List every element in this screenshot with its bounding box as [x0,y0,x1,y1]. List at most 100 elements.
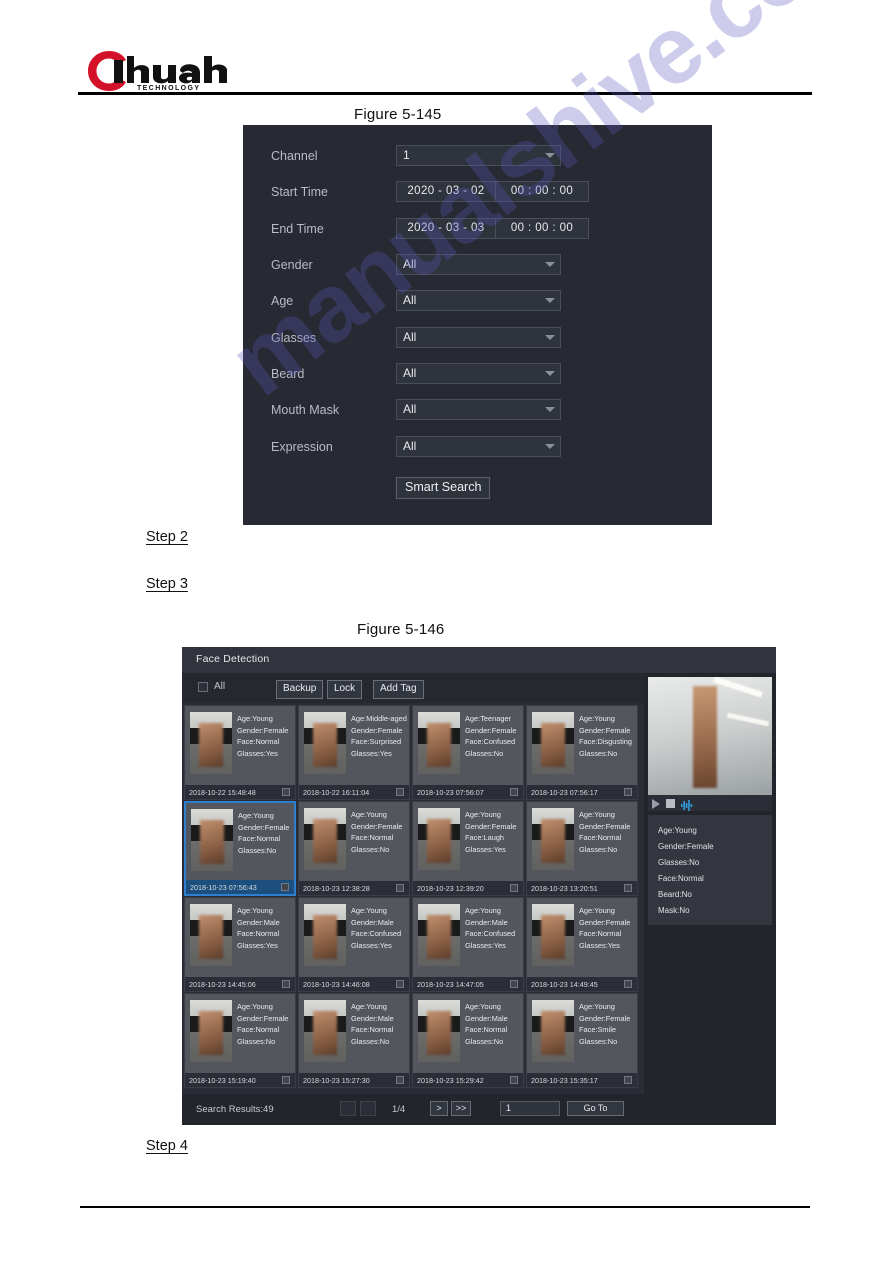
page-number-input[interactable]: 1 [500,1101,560,1116]
card-checkbox[interactable] [510,788,518,796]
select-value: All [403,366,417,380]
audio-icon[interactable] [681,798,693,811]
select-gender[interactable]: All [396,254,561,275]
card-checkbox[interactable] [396,884,404,892]
time-value[interactable]: 00 : 00 : 00 [496,182,588,201]
select-all-checkbox[interactable] [198,682,208,692]
face-result-card[interactable]: Age:Middle-aged Gender:Female Face:Surpris… [298,705,410,800]
select-mouth-mask[interactable]: All [396,399,561,420]
figure-caption-5-146: Figure 5-146 [357,621,445,638]
attr-face: Face:Normal [238,834,281,844]
face-result-card[interactable]: Age:Young Gender:Male Face:Confused Glasses… [412,897,524,992]
next-page-button[interactable]: > [430,1101,448,1116]
card-checkbox[interactable] [396,788,404,796]
card-checkbox[interactable] [510,884,518,892]
face-result-card[interactable]: Age:Young Gender:Female Face:Normal Glasses… [184,801,296,896]
card-checkbox[interactable] [510,1076,518,1084]
face-result-card[interactable]: Age:Young Gender:Female Face:Disgusting Gla… [526,705,638,800]
attr-age: Age:Young [465,810,501,819]
thumbnail-face [313,915,337,959]
attr-face: Face:Confused [351,929,402,939]
card-checkbox[interactable] [396,1076,404,1084]
attr-gender: Gender:Female [579,917,631,927]
face-result-card[interactable]: Age:Young Gender:Male Face:Normal Glasses:N… [412,993,524,1088]
face-result-card[interactable]: Age:Young Gender:Female Face:Normal Glasses… [526,801,638,896]
face-thumbnail [532,712,574,774]
attr-glasses: Glasses:No [465,1036,504,1046]
face-result-card[interactable]: Age:Young Gender:Male Face:Confused Glasses… [298,897,410,992]
attr-glasses: Glasses:No [465,748,504,758]
face-result-card[interactable]: Age:Young Gender:Female Face:Smile Glasses:… [526,993,638,1088]
face-result-card[interactable]: Age:Young Gender:Female Face:Normal Glasses… [184,705,296,800]
face-attributes: Age:Young Gender:Female Face:Normal Glasses… [579,809,634,855]
face-attributes: Age:Middle-aged Gender:Female Face:Surpris… [351,713,407,759]
thumbnail-face [199,915,223,959]
card-checkbox[interactable] [624,884,632,892]
card-checkbox[interactable] [281,883,289,891]
attr-glasses: Glasses:No [351,844,390,854]
smart-search-button[interactable]: Smart Search [396,477,491,499]
face-attributes: Age:Young Gender:Female Face:Laugh Glasses:… [465,809,520,855]
select-glasses[interactable]: All [396,327,561,348]
card-checkbox[interactable] [624,980,632,988]
dahua-logo: TECHNOLOGY [84,50,284,92]
thumbnail-face [427,819,451,863]
capture-timestamp: 2018-10-23 15:27:30 [303,1076,370,1085]
last-page-button[interactable]: >> [451,1101,471,1116]
select-channel[interactable]: 1 [396,145,561,166]
face-attributes: Age:Young Gender:Female Face:Normal Glasses… [237,1001,292,1047]
lock-button[interactable]: Lock [327,680,363,699]
form-row: Start Time 2020 - 03 - 02 00 : 00 : 00 [243,176,712,208]
attr-age: Age:Young [238,811,274,820]
document-page: TECHNOLOGY manualshive.com Figure 5-145 … [0,0,893,1263]
face-result-card[interactable]: Age:Young Gender:Male Face:Normal Glasses:Y… [184,897,296,992]
results-footer: Search Results:49 1/4 > >> 1 Go To [182,1094,776,1125]
preview-attribute: Face:Normal [658,874,704,883]
time-value[interactable]: 00 : 00 : 00 [496,219,588,238]
face-result-card[interactable]: Age:Young Gender:Female Face:Laugh Glasses:… [412,801,524,896]
card-checkbox[interactable] [396,980,404,988]
previous-page-button[interactable] [360,1101,376,1116]
card-checkbox[interactable] [282,1076,290,1084]
first-page-button[interactable] [340,1101,356,1116]
attr-age: Age:Young [579,714,615,723]
preview-video[interactable] [648,677,772,795]
face-result-card[interactable]: Age:Young Gender:Female Face:Normal Glasses… [184,993,296,1088]
header-rule [78,92,812,95]
attr-glasses: Glasses:No [238,845,277,855]
card-footer: 2018-10-23 15:35:17 [527,1073,637,1087]
datetime-start-time[interactable]: 2020 - 03 - 02 00 : 00 : 00 [396,181,589,202]
face-detection-window: Face Detection All Backup Lock Add Tag A… [182,647,776,1125]
face-result-card[interactable]: Age:Young Gender:Male Face:Normal Glasses:N… [298,993,410,1088]
attr-gender: Gender:Female [579,821,631,831]
add-tag-button[interactable]: Add Tag [373,680,424,699]
smart-search-dialog: Channel 1 Start Time 2020 - 03 - 02 00 : 00 … [243,125,712,525]
card-checkbox[interactable] [624,1076,632,1084]
capture-timestamp: 2018-10-23 14:46:08 [303,980,370,989]
form-row: Channel 1 [243,140,712,172]
card-checkbox[interactable] [282,788,290,796]
play-icon[interactable] [652,799,660,809]
date-value[interactable]: 2020 - 03 - 03 [397,219,496,238]
card-checkbox[interactable] [510,980,518,988]
face-result-card[interactable]: Age:Young Gender:Female Face:Normal Glasses… [298,801,410,896]
select-beard[interactable]: All [396,363,561,384]
capture-timestamp: 2018-10-22 16:11:04 [303,788,370,797]
date-value[interactable]: 2020 - 03 - 02 [397,182,496,201]
card-footer: 2018-10-23 14:49:45 [527,977,637,991]
attr-age: Age:Young [237,714,273,723]
go-to-button[interactable]: Go To [567,1101,624,1116]
face-attributes: Age:Teenager Gender:Female Face:Confused Gl… [465,713,520,759]
card-checkbox[interactable] [624,788,632,796]
datetime-end-time[interactable]: 2020 - 03 - 03 00 : 00 : 00 [396,218,589,239]
attr-gender: Gender:Female [351,725,403,735]
card-checkbox[interactable] [282,980,290,988]
backup-button[interactable]: Backup [276,680,324,699]
face-attributes: Age:Young Gender:Female Face:Smile Glasses:… [579,1001,634,1047]
face-result-card[interactable]: Age:Teenager Gender:Female Face:Confused Gl… [412,705,524,800]
face-result-card[interactable]: Age:Young Gender:Female Face:Normal Glasses… [526,897,638,992]
select-expression[interactable]: All [396,436,561,457]
face-thumbnail [532,904,574,966]
stop-icon[interactable] [666,799,675,808]
select-age[interactable]: All [396,290,561,311]
